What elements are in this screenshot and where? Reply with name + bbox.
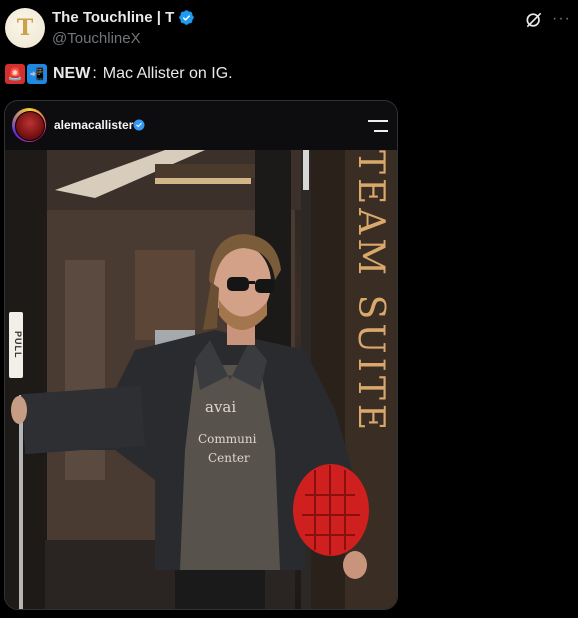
- instagram-header-bar: alemacallister: [5, 101, 397, 150]
- instagram-verified-icon: [133, 119, 145, 131]
- door-pull-label: PULL: [9, 312, 23, 378]
- hamburger-menu-icon: [368, 120, 388, 132]
- siren-emoji-icon: 🚨: [5, 64, 25, 84]
- author-avatar[interactable]: T: [5, 8, 45, 48]
- mobile-phone-arrow-emoji-icon: 📲: [27, 64, 47, 84]
- tweet-colon: :: [92, 65, 97, 82]
- instagram-username: alemacallister: [54, 118, 134, 132]
- tweet-media-card[interactable]: alemacallister avai Communi Center TEAM …: [4, 100, 398, 610]
- instagram-photo: avai Communi Center TEAM SUITE PULL: [5, 150, 397, 609]
- author-display-name[interactable]: The Touchline | T: [52, 9, 174, 26]
- shirt-text-line-2: Communi: [198, 432, 257, 446]
- tweet-body: Mac Allister on IG.: [102, 65, 233, 82]
- instagram-avatar: [12, 108, 46, 142]
- grok-icon[interactable]: [524, 10, 544, 30]
- shirt-text-line-1: avai: [205, 398, 236, 416]
- tweet-bold-prefix: NEW: [53, 65, 91, 82]
- author-handle[interactable]: @TouchlineX: [52, 30, 141, 47]
- photo-illustration: avai Communi Center: [5, 150, 397, 609]
- avatar-monogram: T: [16, 15, 34, 41]
- tweet-text: 🚨 📲 NEW: Mac Allister on IG.: [5, 64, 233, 84]
- shirt-text-line-3: Center: [208, 451, 250, 465]
- author-name-row[interactable]: The Touchline | T: [52, 9, 195, 26]
- verified-badge-icon: [179, 10, 195, 25]
- more-options-icon[interactable]: ···: [552, 10, 570, 28]
- team-suite-sign: TEAM SUITE: [350, 150, 391, 435]
